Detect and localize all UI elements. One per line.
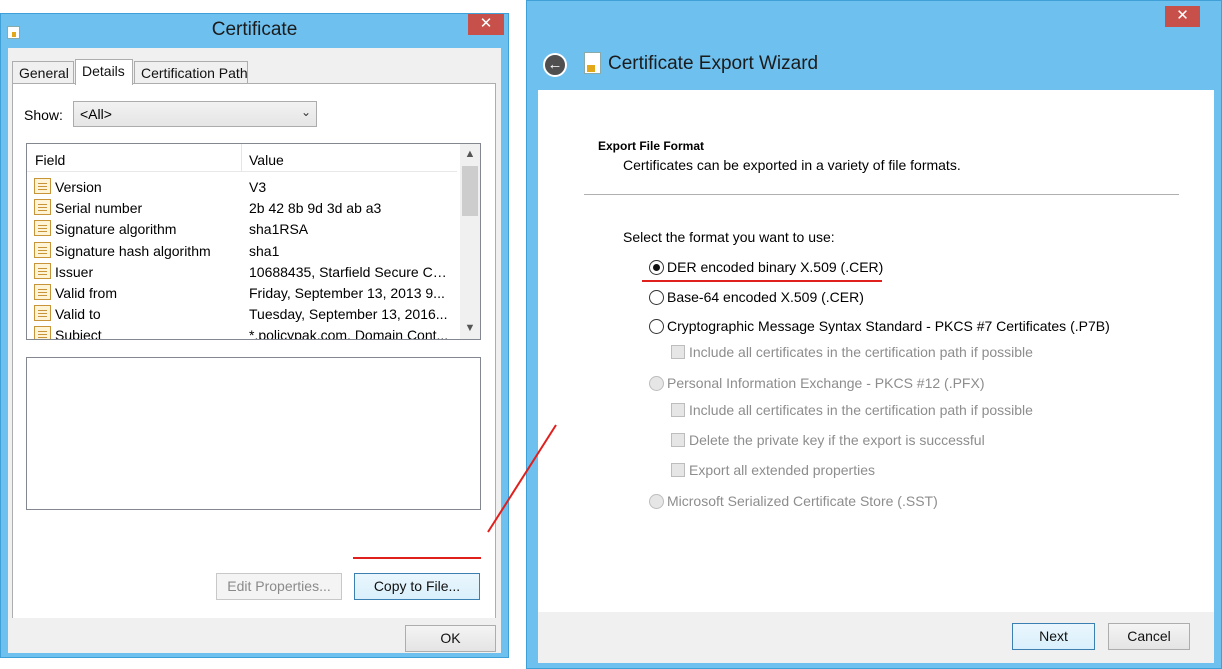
- field-name: Serial number: [55, 200, 143, 217]
- certificate-titlebar: Certificate ✕: [1, 14, 508, 48]
- radio-selected-icon[interactable]: [649, 260, 664, 275]
- field-name: Valid from: [55, 284, 117, 301]
- option-label: Personal Information Exchange - PKCS #12…: [667, 375, 985, 391]
- scroll-up-icon[interactable]: ▲: [460, 146, 480, 163]
- field-name: Issuer: [55, 263, 94, 280]
- field-value-detail[interactable]: [26, 357, 481, 510]
- checkbox-label: Include all certificates in the certific…: [689, 344, 1033, 360]
- field-value: sha1: [249, 242, 280, 259]
- option-label: Base-64 encoded X.509 (.CER): [667, 289, 864, 305]
- radio-icon[interactable]: [649, 494, 664, 509]
- section-description: Certificates can be exported in a variet…: [623, 157, 961, 173]
- field-value: 10688435, Starfield Secure Ce...: [249, 263, 451, 280]
- field-value: Friday, September 13, 2013 9...: [249, 284, 445, 301]
- certificate-field-icon: [34, 326, 51, 339]
- radio-icon[interactable]: [649, 319, 664, 334]
- copy-to-file-underline: [353, 557, 481, 559]
- certificate-field-icon: [34, 178, 51, 194]
- checkbox-icon[interactable]: [671, 403, 685, 417]
- wizard-footer: Next Cancel: [538, 612, 1214, 663]
- checkbox-icon[interactable]: [671, 345, 685, 359]
- tab-details[interactable]: Details: [75, 59, 133, 85]
- field-value: *.policypak.com, Domain Cont...: [249, 327, 449, 340]
- radio-icon[interactable]: [649, 290, 664, 305]
- field-name: Signature hash algorithm: [55, 242, 211, 259]
- option-label: Cryptographic Message Syntax Standard - …: [667, 318, 1110, 334]
- table-row[interactable]: Serial number 2b 42 8b 9d 3d ab a3: [27, 197, 457, 218]
- table-row[interactable]: Subject *.policypak.com, Domain Cont...: [27, 324, 457, 340]
- certificate-field-icon: [34, 220, 51, 237]
- format-prompt: Select the format you want to use:: [623, 229, 835, 245]
- certificate-field-icon: [34, 305, 51, 322]
- edit-properties-button[interactable]: Edit Properties...: [216, 573, 342, 600]
- wizard-close-button[interactable]: ✕: [1165, 6, 1200, 27]
- certificate-field-icon: [34, 241, 51, 258]
- field-name: Subject: [55, 327, 102, 340]
- wizard-content: Export File Format Certificates can be e…: [538, 90, 1214, 612]
- field-list[interactable]: Field Value Version V3 Serial number 2b 42…: [26, 143, 481, 340]
- chevron-down-icon: ⌄: [300, 105, 311, 119]
- ok-button[interactable]: OK: [405, 625, 496, 652]
- scroll-down-icon[interactable]: ▼: [460, 320, 480, 337]
- certificate-field-icon: [34, 283, 51, 300]
- certificate-close-button[interactable]: ✕: [468, 14, 504, 35]
- checkbox-icon[interactable]: [671, 433, 685, 447]
- table-row[interactable]: Issuer 10688435, Starfield Secure Ce...: [27, 261, 457, 282]
- certificate-field-icon: [34, 262, 51, 279]
- checkbox-label: Export all extended properties: [689, 462, 875, 478]
- show-label: Show:: [24, 107, 63, 123]
- field-value: Tuesday, September 13, 2016...: [249, 306, 448, 323]
- radio-icon[interactable]: [649, 376, 664, 391]
- checkbox-icon[interactable]: [671, 463, 685, 477]
- certificate-body: General Details Certification Path Show:…: [8, 48, 501, 619]
- field-name: Valid to: [55, 306, 101, 323]
- show-select-value: <All>: [80, 106, 112, 122]
- table-row[interactable]: Valid to Tuesday, September 13, 2016...: [27, 303, 457, 324]
- checkbox-label: Delete the private key if the export is …: [689, 432, 985, 448]
- field-list-header: Field Value: [27, 144, 457, 172]
- back-arrow-icon[interactable]: ←: [543, 53, 567, 77]
- field-value: sha1RSA: [249, 221, 309, 238]
- next-button[interactable]: Next: [1012, 623, 1095, 650]
- option-label: Microsoft Serialized Certificate Store (…: [667, 493, 938, 509]
- tab-general[interactable]: General: [12, 61, 74, 83]
- field-name: Version: [55, 179, 102, 195]
- certificate-footer: OK: [8, 618, 501, 653]
- der-option-underline: [642, 280, 882, 282]
- certificate-window: Certificate ✕ General Details Certificat…: [0, 13, 509, 658]
- column-header-field[interactable]: Field: [35, 152, 65, 168]
- field-name: Signature algorithm: [55, 221, 177, 238]
- export-wizard-window: ✕ ← Certificate Export Wizard Export Fil…: [526, 0, 1222, 669]
- divider: [584, 194, 1179, 195]
- cancel-button[interactable]: Cancel: [1108, 623, 1190, 650]
- field-rows: Version V3 Serial number 2b 42 8b 9d 3d ab…: [27, 176, 457, 340]
- column-header-value[interactable]: Value: [249, 152, 284, 168]
- field-value: 2b 42 8b 9d 3d ab a3: [249, 200, 382, 217]
- scrollbar-thumb[interactable]: [462, 166, 478, 216]
- certificate-title: Certificate: [211, 19, 298, 40]
- certificate-field-icon: [34, 199, 51, 216]
- table-row[interactable]: Version V3: [27, 176, 457, 197]
- details-panel: Show: <All> ⌄ Field Value Version V3 Seri…: [12, 83, 496, 619]
- show-select[interactable]: <All> ⌄: [73, 101, 317, 127]
- certificate-wizard-icon: [584, 52, 601, 74]
- column-divider: [241, 144, 242, 172]
- wizard-title: Certificate Export Wizard: [608, 53, 819, 74]
- section-title: Export File Format: [598, 139, 705, 153]
- table-row[interactable]: Signature hash algorithm sha1: [27, 240, 457, 261]
- table-row[interactable]: Signature algorithm sha1RSA: [27, 218, 457, 239]
- option-label: DER encoded binary X.509 (.CER): [667, 259, 884, 275]
- field-list-scrollbar[interactable]: ▲ ▼: [460, 144, 480, 339]
- tab-certification-path[interactable]: Certification Path: [134, 61, 248, 83]
- checkbox-label: Include all certificates in the certific…: [689, 402, 1033, 418]
- copy-to-file-button[interactable]: Copy to File...: [354, 573, 480, 600]
- table-row[interactable]: Valid from Friday, September 13, 2013 9..…: [27, 282, 457, 303]
- field-value: V3: [249, 179, 267, 195]
